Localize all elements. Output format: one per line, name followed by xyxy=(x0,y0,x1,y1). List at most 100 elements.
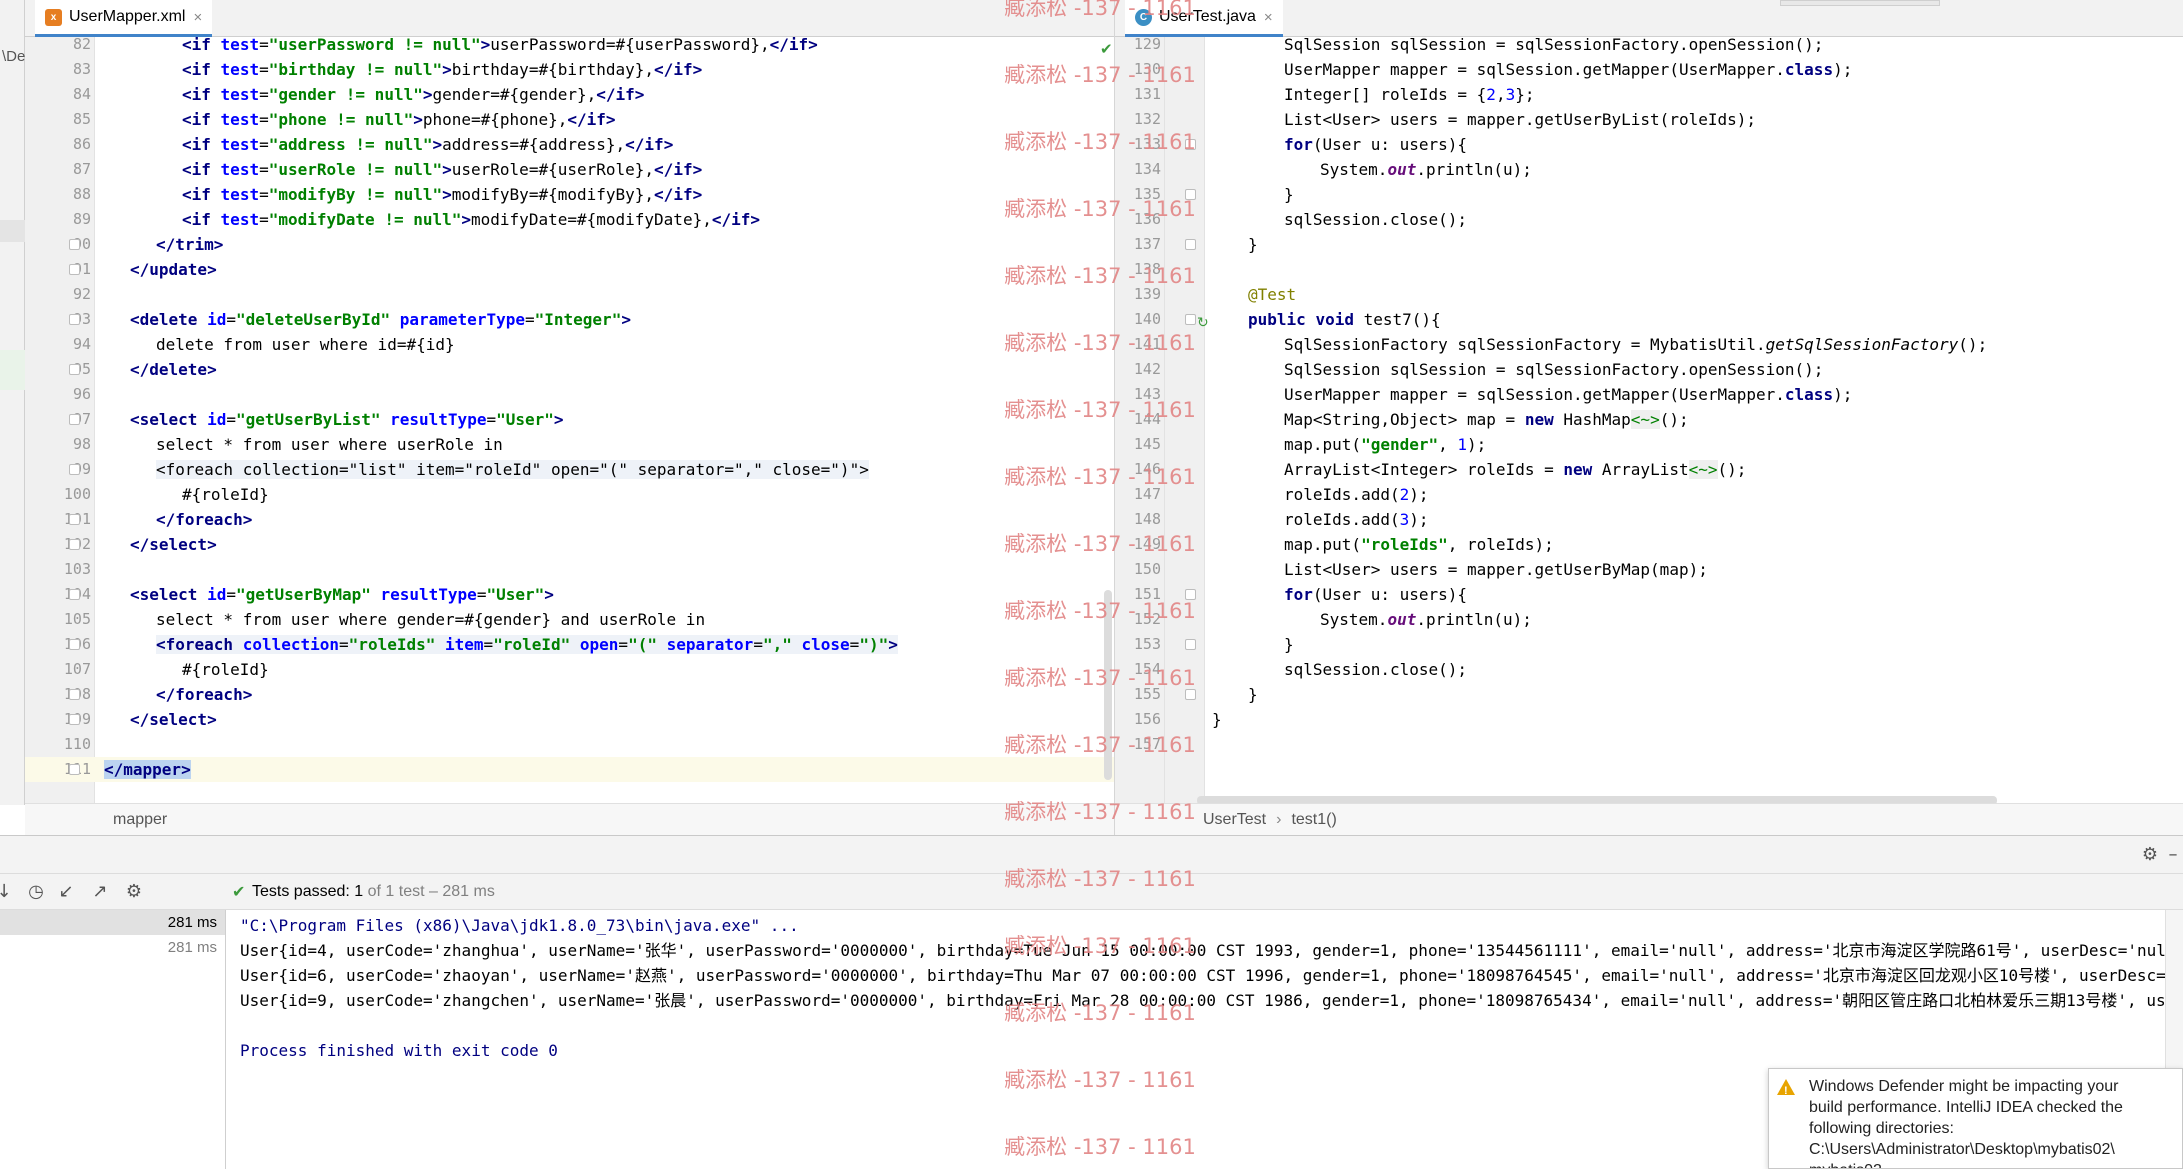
xml-editor: x UserMapper.xml × 82 <if test="userPassw… xyxy=(25,0,1114,835)
notification-line: Windows Defender might be impacting your xyxy=(1809,1078,2119,1095)
line-number: 145 xyxy=(1133,435,1161,453)
close-icon[interactable]: × xyxy=(193,9,202,26)
console-line: User{id=4, userCode='zhanghua', userName… xyxy=(240,941,2165,960)
code-line: @Test xyxy=(1248,285,1297,304)
code-line: <if test="gender != null">gender=#{gende… xyxy=(182,85,645,104)
test-duration: 281 ms xyxy=(167,939,217,956)
code-line: #{roleId} xyxy=(182,485,269,504)
xml-file-icon: x xyxy=(45,8,62,26)
notification-line: mybatis02 xyxy=(1809,1160,2123,1168)
export-icon[interactable]: ↗ xyxy=(90,882,110,902)
code-line: } xyxy=(1212,710,1222,729)
fold-marker-icon[interactable] xyxy=(69,539,80,550)
code-line: <delete id="deleteUserById" parameterTyp… xyxy=(130,310,631,329)
left-tool-strip: \De xyxy=(0,0,25,805)
gear-icon[interactable]: ⚙ xyxy=(2140,845,2160,865)
arrow-down-icon[interactable]: ↓ xyxy=(0,882,14,902)
code-line: </foreach> xyxy=(156,685,253,704)
code-line: select * from user where userRole in xyxy=(156,435,503,454)
console-command-line: "C:\Program Files (x86)\Java\jdk1.8.0_73… xyxy=(240,916,799,935)
watermark-text: 臧添松 -137 - 1161 xyxy=(1004,867,1196,891)
side-marker xyxy=(0,350,25,390)
code-line: <if test="address != null">address=#{add… xyxy=(182,135,674,154)
fold-marker-icon[interactable] xyxy=(1185,239,1196,250)
code-line: } xyxy=(1248,235,1258,254)
fold-marker-icon[interactable] xyxy=(69,264,80,275)
code-line: for(User u: users){ xyxy=(1284,585,1468,604)
line-number: 85 xyxy=(72,110,91,128)
notification-line: following directories: xyxy=(1809,1120,1954,1137)
breadcrumb: mapper xyxy=(25,803,1114,835)
check-icon: ✔ xyxy=(1100,40,1113,58)
status-label: Tests passed: xyxy=(252,883,350,900)
code-line: <select id="getUserByMap" resultType="Us… xyxy=(130,585,554,604)
code-line: </mapper> xyxy=(104,760,191,779)
line-number: 140 xyxy=(1133,310,1161,328)
line-number: 153 xyxy=(1133,635,1161,653)
line-number: 129 xyxy=(1133,37,1161,53)
fold-marker-icon[interactable] xyxy=(69,639,80,650)
code-line: public void test7(){ xyxy=(1248,310,1441,329)
line-number: 82 xyxy=(72,37,91,53)
fold-marker-icon[interactable] xyxy=(69,689,80,700)
code-line: sqlSession.close(); xyxy=(1284,210,1468,229)
import-icon[interactable]: ↙ xyxy=(56,882,76,902)
line-number: 148 xyxy=(1133,510,1161,528)
fold-marker-icon[interactable] xyxy=(69,414,80,425)
line-number: 94 xyxy=(72,335,91,353)
tests-status: Tests passed: 1 of 1 test – 281 ms xyxy=(252,883,495,901)
fold-marker-icon[interactable] xyxy=(69,764,80,775)
fold-marker-icon[interactable] xyxy=(69,239,80,250)
notification-line: build performance. IntelliJ IDEA checked… xyxy=(1809,1099,2123,1116)
code-line: sqlSession.close(); xyxy=(1284,660,1468,679)
history-icon[interactable]: ◷ xyxy=(26,882,46,902)
code-line: <if test="userRole != null">userRole=#{u… xyxy=(182,160,703,179)
breadcrumb-item[interactable]: mapper xyxy=(25,811,167,829)
code-line: </select> xyxy=(130,710,217,729)
code-line: UserMapper mapper = sqlSession.getMapper… xyxy=(1284,385,1853,404)
close-icon[interactable]: × xyxy=(1264,9,1273,26)
test-duration: 281 ms xyxy=(167,914,217,931)
console-exit-message: Process finished with exit code 0 xyxy=(240,1041,558,1060)
fold-marker-icon[interactable] xyxy=(69,314,80,325)
fold-marker-icon[interactable] xyxy=(69,464,80,475)
notification-line: C:\Users\Administrator\Desktop\mybatis02… xyxy=(1809,1141,2115,1158)
java-editor: C UserTest.java × 129 SqlSession sqlSessi… xyxy=(1114,0,2183,835)
code-line: map.put("gender", 1); xyxy=(1284,435,1487,454)
line-number: 134 xyxy=(1133,160,1161,178)
code-line: SqlSession sqlSession = sqlSessionFactor… xyxy=(1284,360,1824,379)
code-line: <if test="phone != null">phone=#{phone},… xyxy=(182,110,616,129)
tab-usermapper-xml[interactable]: x UserMapper.xml × xyxy=(35,0,213,37)
watermark-text: 臧添松 -137 - 1161 xyxy=(1004,130,1196,154)
line-number: 87 xyxy=(72,160,91,178)
fold-marker-icon[interactable] xyxy=(69,589,80,600)
watermark-text: 臧添松 -137 - 1161 xyxy=(1004,264,1196,288)
watermark-text: 臧添松 -137 - 1161 xyxy=(1004,934,1196,958)
code-line: <if test="modifyBy != null">modifyBy=#{m… xyxy=(182,185,703,204)
watermark-text: 臧添松 -137 - 1161 xyxy=(1004,63,1196,87)
xml-code-area[interactable]: 82 <if test="userPassword != null">userPa… xyxy=(25,37,1114,803)
side-label: \De xyxy=(2,48,26,65)
fold-marker-icon[interactable] xyxy=(69,514,80,525)
java-code-area[interactable]: 129 SqlSession sqlSession = sqlSessionFac… xyxy=(1115,37,2183,803)
fold-marker-icon[interactable] xyxy=(1185,639,1196,650)
line-number: 92 xyxy=(72,285,91,303)
breadcrumb-method[interactable]: test1() xyxy=(1291,811,1336,829)
code-line: System.out.println(u); xyxy=(1320,160,1532,179)
fold-marker-icon[interactable] xyxy=(1185,314,1196,325)
windows-defender-notification[interactable]: Windows Defender might be impacting your… xyxy=(1768,1068,2183,1169)
settings-icon[interactable]: ⚙ xyxy=(124,882,144,902)
test-tree-root[interactable]: 281 ms xyxy=(0,910,225,935)
code-line: ArrayList<Integer> roleIds = new ArrayLi… xyxy=(1284,460,1747,479)
fold-marker-icon[interactable] xyxy=(69,364,80,375)
status-detail: of 1 test – 281 ms xyxy=(367,883,495,900)
code-line: select * from user where gender=#{gender… xyxy=(156,610,706,629)
console-line: User{id=6, userCode='zhaoyan', userName=… xyxy=(240,966,2165,985)
test-tree-item[interactable]: 281 ms xyxy=(0,935,225,960)
code-line: SqlSessionFactory sqlSessionFactory = My… xyxy=(1284,335,1988,354)
code-line: SqlSession sqlSession = sqlSessionFactor… xyxy=(1284,37,1824,54)
fold-marker-icon[interactable] xyxy=(69,714,80,725)
minimize-icon[interactable]: – xyxy=(2163,845,2183,865)
breadcrumb: UserTest › test1() xyxy=(1115,803,2183,835)
code-line: <foreach collection="list" item="roleId"… xyxy=(156,460,869,479)
